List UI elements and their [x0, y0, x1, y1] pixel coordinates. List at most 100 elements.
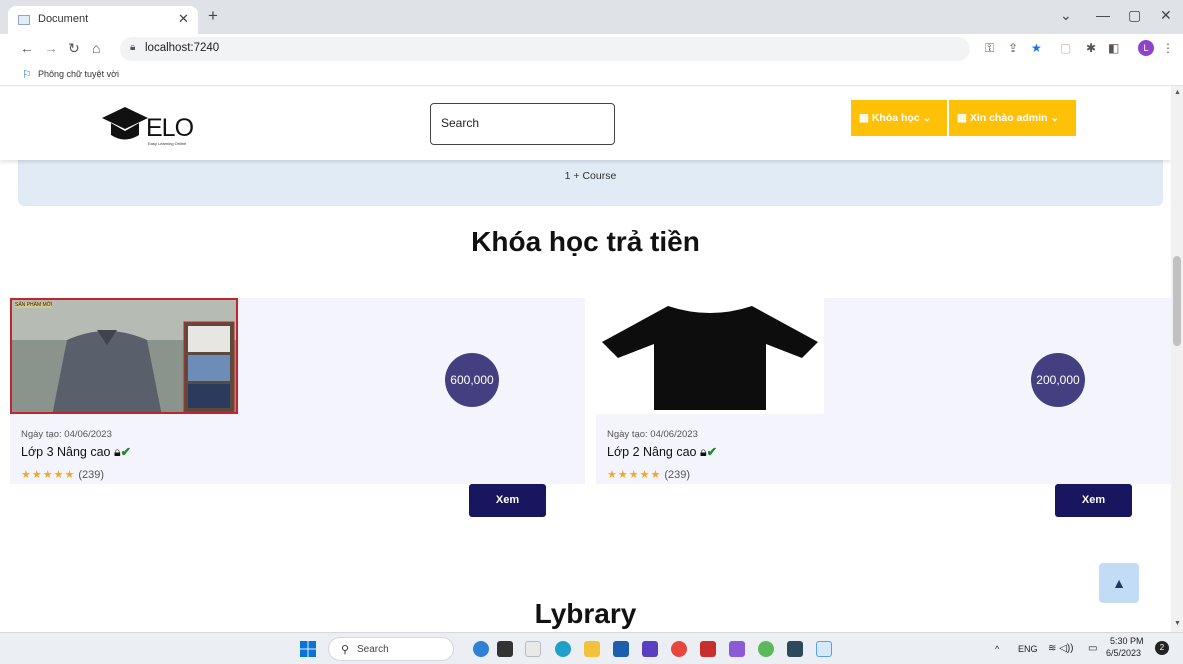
grid-icon: ▦: [859, 112, 869, 124]
menu-dots-icon[interactable]: ⋮: [1162, 41, 1174, 55]
visual-studio-preview-icon[interactable]: [729, 641, 745, 657]
course-created-date: Ngày tạo: 04/06/2023: [21, 429, 112, 440]
chevron-down-icon: ⌄: [922, 112, 932, 124]
check-icon: ✔: [120, 445, 132, 459]
black-tshirt-image: [602, 306, 818, 410]
user-menu-label: Xin chào admin: [969, 112, 1048, 124]
course-card: 200,000 Ngày tạo: 04/06/2023 Lớp 2 Nâng …: [596, 298, 1171, 484]
course-image-tshirt[interactable]: [596, 298, 824, 414]
price-badge: 600,000: [445, 353, 499, 407]
omnibox[interactable]: 🔒︎ localhost:7240: [120, 37, 970, 61]
image-badge: SẢN PHẨM MỚI: [15, 302, 53, 308]
key-icon[interactable]: ⚿: [985, 41, 994, 56]
star-rating-icon: ★★★★★: [607, 469, 662, 481]
review-count: (239): [664, 469, 691, 481]
close-tab-icon[interactable]: ✕: [178, 11, 189, 27]
forward-icon[interactable]: →: [44, 40, 58, 56]
app-icon[interactable]: [758, 641, 774, 657]
terminal-icon[interactable]: [787, 641, 803, 657]
logo-subtitle: Easy Learning Online: [148, 141, 187, 146]
courses-menu-label: Khóa học: [871, 112, 920, 124]
course-name-text: Lớp 2 Nâng cao: [607, 445, 697, 459]
restore-icon[interactable]: ▢: [1128, 7, 1141, 24]
courses-menu-button[interactable]: ▦ Khóa học ⌄: [851, 100, 947, 136]
course-count-text: 1 + Course: [564, 170, 617, 182]
grid-icon: ▦: [957, 112, 967, 124]
back-icon[interactable]: ←: [20, 40, 34, 56]
library-section-title: Lybrary: [534, 598, 637, 629]
wifi-volume-icon[interactable]: ≋ ◁)): [1048, 643, 1074, 654]
user-menu-button[interactable]: ▦ Xin chào admin ⌄: [949, 100, 1076, 136]
garena-app-icon[interactable]: [700, 641, 716, 657]
windows-start-icon[interactable]: [300, 641, 316, 657]
mail-icon[interactable]: [613, 641, 629, 657]
extensions-puzzle-icon[interactable]: ✱: [1086, 41, 1096, 55]
address-bar: ← → ↻ ⌂ 🔒︎ localhost:7240 ⚿ ⇪ ★ ▢ ✱ ◧ ⋮: [0, 34, 1183, 64]
section-title: Khóa học trả tiền: [471, 226, 700, 257]
check-icon: ✔: [706, 445, 718, 459]
extension-box-icon[interactable]: ▢: [1060, 41, 1071, 55]
lock-icon: 🔒︎: [114, 445, 121, 459]
star-rating-icon: ★★★★★: [21, 469, 76, 481]
edge-browser-icon[interactable]: [555, 641, 571, 657]
bookmark-item[interactable]: Phông chữ tuyệt vời: [38, 69, 119, 79]
browser-tab-bar: Document ✕ + ⌄ — ▢ ✕: [0, 0, 1183, 34]
battery-icon[interactable]: ▭: [1088, 643, 1097, 654]
visual-studio-icon[interactable]: [642, 641, 658, 657]
review-count: (239): [78, 469, 105, 481]
course-name[interactable]: Lớp 3 Nâng cao 🔒︎✔: [21, 444, 131, 460]
profile-avatar[interactable]: L: [1138, 40, 1154, 56]
page-viewport: ELO Easy Learning Online Search ▦ Khóa h…: [0, 86, 1171, 632]
share-icon[interactable]: ⇪: [1008, 41, 1018, 55]
bookmarks-bar: ⚐ Phông chữ tuyệt vời: [0, 64, 1183, 86]
elo-logo[interactable]: ELO Easy Learning Online: [102, 100, 212, 150]
tab-title: Document: [38, 13, 89, 25]
scroll-up-icon[interactable]: ▲: [1174, 89, 1181, 96]
course-name-text: Lớp 3 Nâng cao: [21, 445, 111, 459]
scrollbar-thumb[interactable]: [1173, 256, 1181, 346]
taskbar-search-label: Search: [357, 644, 389, 655]
bookmark-star-icon[interactable]: ★: [1031, 41, 1042, 55]
document-favicon-icon: [18, 15, 30, 25]
clock-date[interactable]: 6/5/2023: [1106, 648, 1141, 658]
widgets-icon[interactable]: [525, 641, 541, 657]
close-window-icon[interactable]: ✕: [1160, 7, 1172, 24]
logo-text: ELO: [146, 114, 194, 142]
zalo-app-icon[interactable]: [816, 641, 832, 657]
course-count-band: 1 + Course: [18, 160, 1163, 206]
scroll-down-icon[interactable]: ▼: [1174, 620, 1181, 627]
reload-icon[interactable]: ↻: [68, 40, 80, 57]
course-rating: ★★★★★ (239): [21, 468, 104, 481]
lock-icon: 🔒︎: [130, 42, 136, 53]
language-indicator[interactable]: ENG: [1018, 644, 1038, 654]
course-created-date: Ngày tạo: 04/06/2023: [607, 429, 698, 440]
home-icon[interactable]: ⌂: [92, 40, 100, 56]
graduation-cap-icon: [102, 107, 148, 140]
minimize-icon[interactable]: —: [1096, 7, 1110, 23]
course-image-shirt[interactable]: SẢN PHẨM MỚI: [10, 298, 238, 414]
url-text: localhost:7240: [145, 42, 220, 54]
page-scrollbar[interactable]: ▲ ▼: [1171, 86, 1183, 632]
bing-app-icon[interactable]: [473, 641, 489, 657]
tab-search-chevron-icon[interactable]: ⌄: [1060, 7, 1072, 24]
task-view-icon[interactable]: [497, 641, 513, 657]
chevron-down-icon: ⌄: [1050, 112, 1060, 124]
taskbar-search[interactable]: ⚲ Search: [328, 637, 454, 661]
back-to-top-button[interactable]: ▲: [1099, 563, 1139, 603]
chrome-browser-icon[interactable]: [671, 641, 687, 657]
file-explorer-icon[interactable]: [584, 641, 600, 657]
browser-tab[interactable]: Document ✕: [8, 6, 198, 34]
taskbar: ⚲ Search ^ ENG ≋ ◁)) ▭ 5:30 PM 6/5/2023 …: [0, 632, 1183, 664]
view-course-button[interactable]: Xem: [469, 484, 546, 517]
new-tab-icon[interactable]: +: [208, 6, 218, 26]
search-input[interactable]: Search: [430, 103, 615, 145]
course-name[interactable]: Lớp 2 Nâng cao 🔒︎✔: [607, 444, 717, 460]
tray-chevron-up-icon[interactable]: ^: [995, 644, 999, 654]
clock-time[interactable]: 5:30 PM: [1110, 636, 1144, 646]
view-course-button[interactable]: Xem: [1055, 484, 1132, 517]
notification-badge[interactable]: 2: [1155, 641, 1169, 655]
man-in-shirt-image: [12, 300, 236, 412]
side-panel-icon[interactable]: ◧: [1108, 41, 1119, 55]
site-header: ELO Easy Learning Online Search ▦ Khóa h…: [0, 86, 1171, 160]
search-icon: ⚲: [341, 644, 350, 656]
